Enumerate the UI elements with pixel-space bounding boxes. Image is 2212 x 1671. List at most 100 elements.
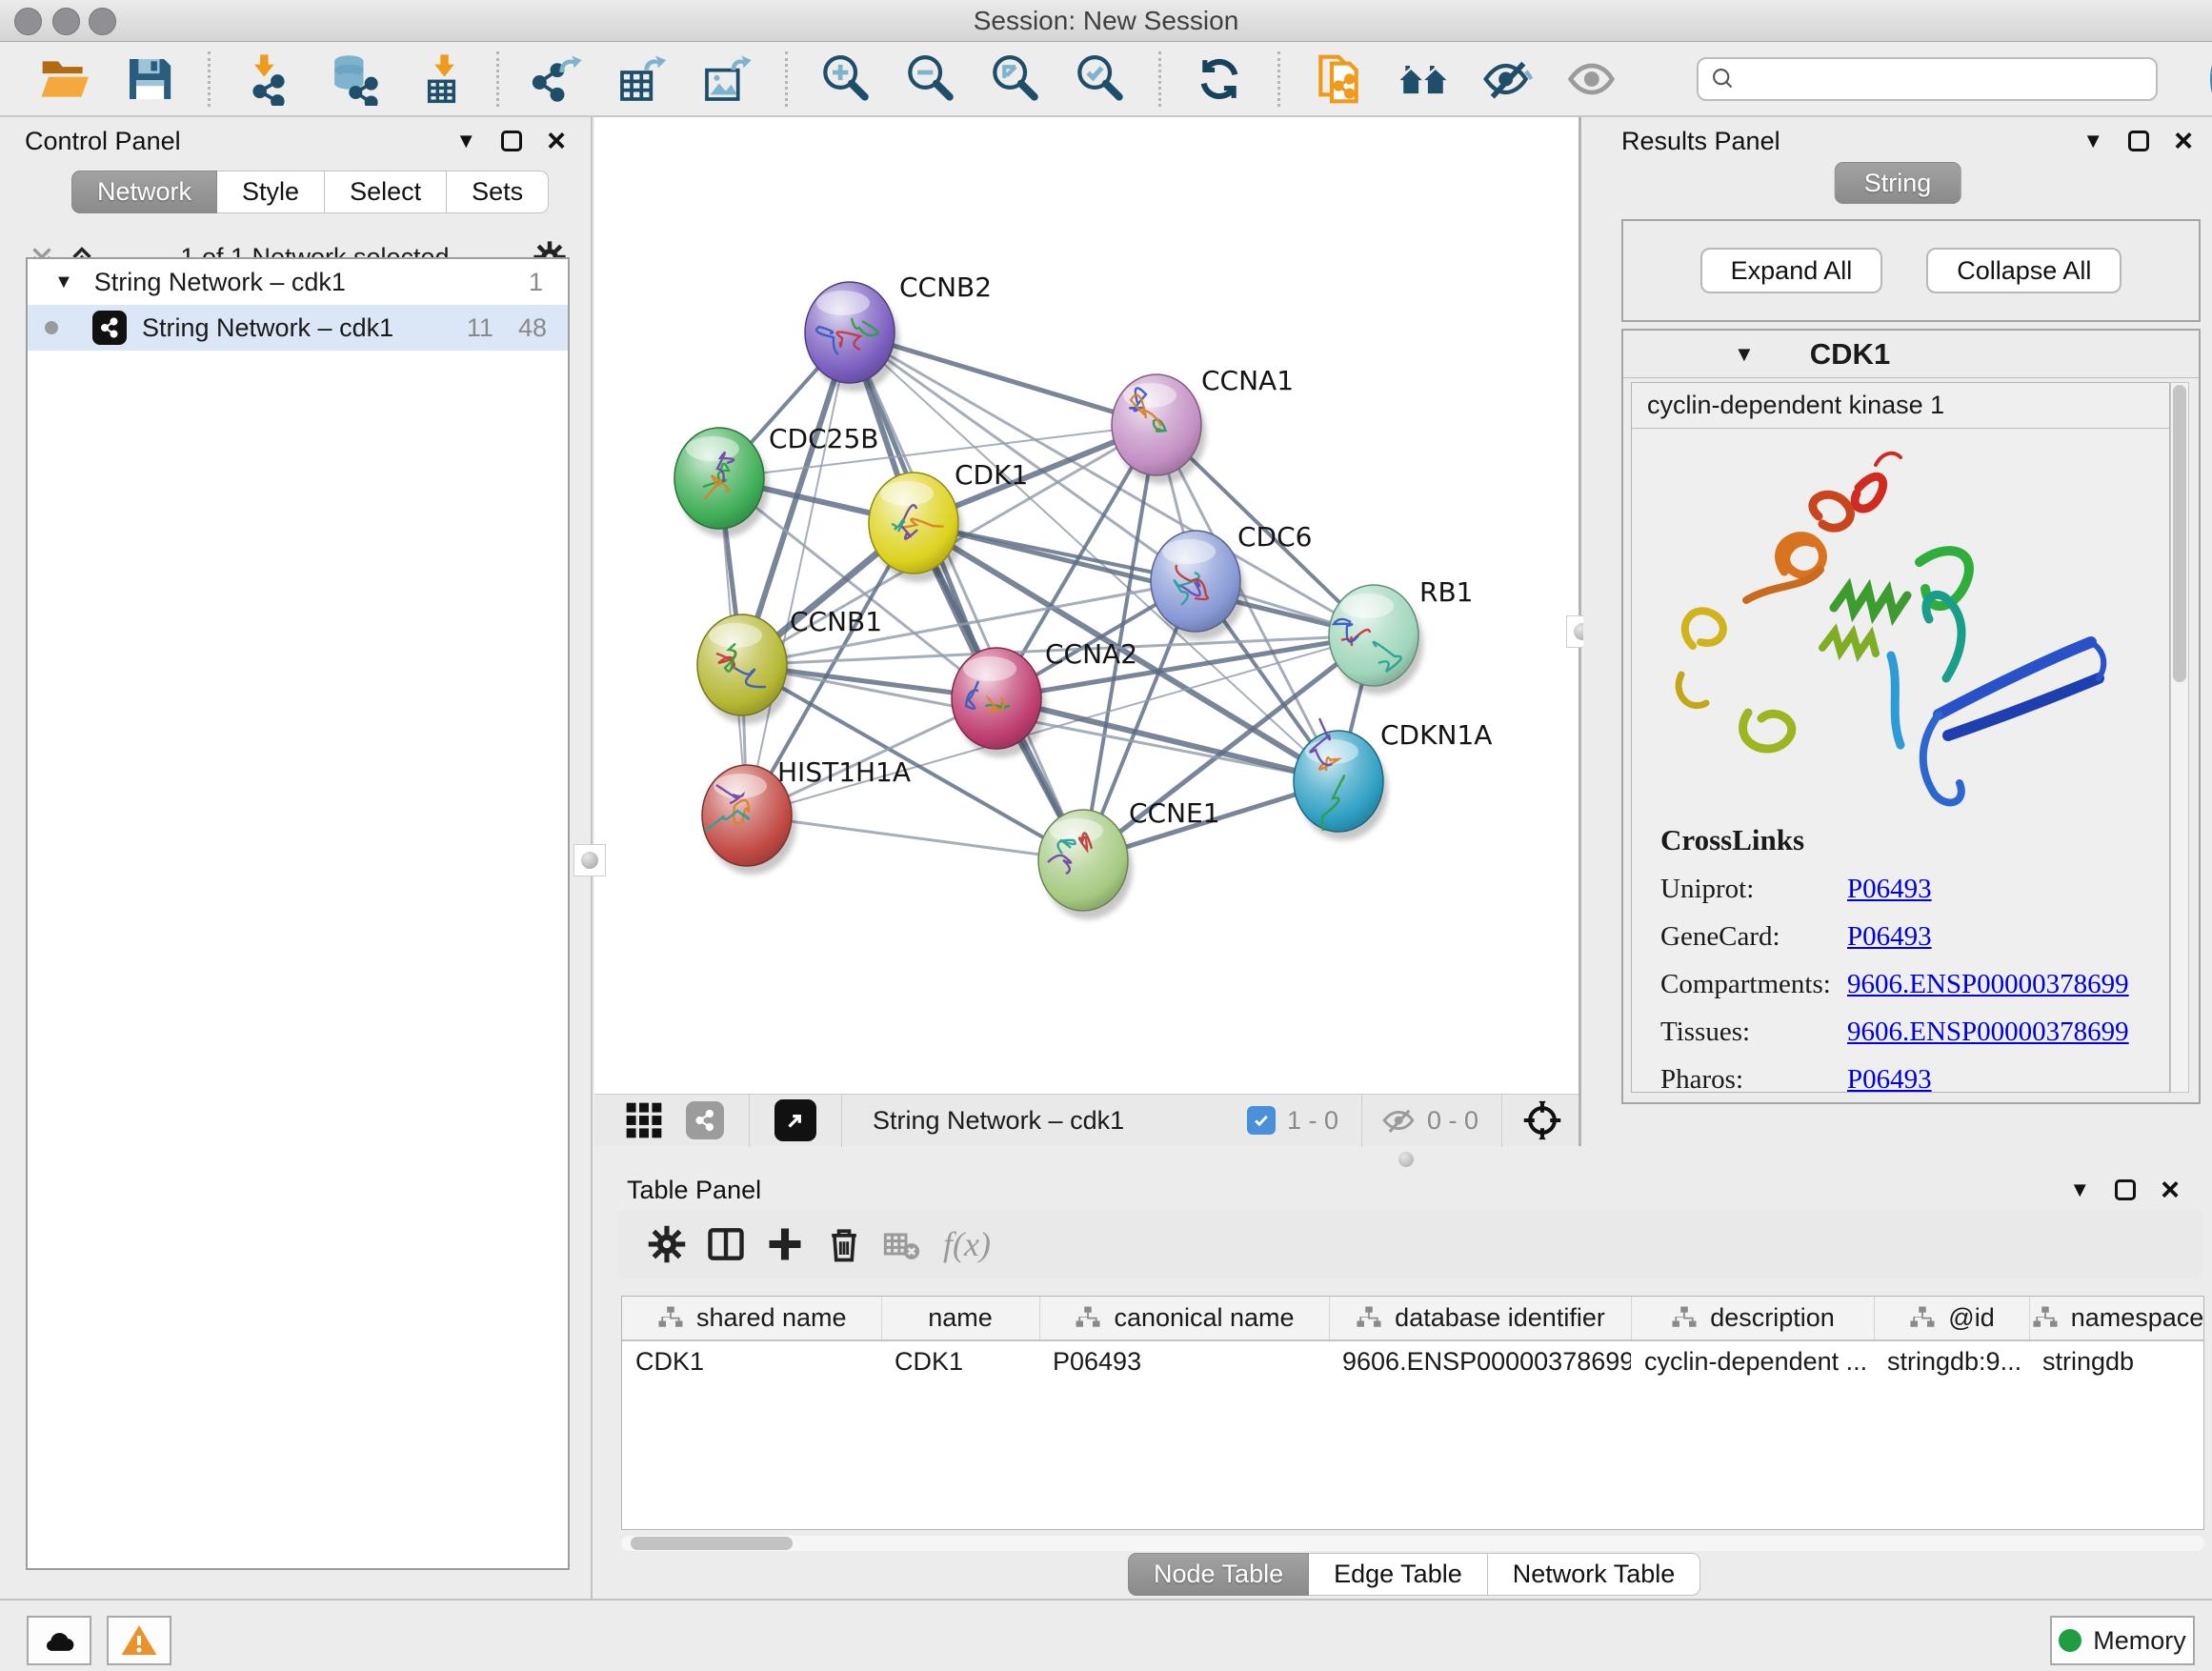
table-row[interactable]: CDK1 CDK1 P06493 9606.ENSP00000378699 cy… — [622, 1340, 2204, 1382]
results-scrollbar-thumb[interactable] — [2173, 385, 2186, 682]
tab-style[interactable]: Style — [217, 171, 325, 213]
control-panel-close-icon[interactable]: × — [547, 131, 566, 151]
crosslink-link[interactable]: P06493 — [1847, 921, 1932, 953]
results-panel-undock-icon[interactable] — [2128, 131, 2149, 151]
refresh-icon[interactable] — [1193, 52, 1246, 106]
collapse-all-button[interactable]: Collapse All — [1926, 248, 2122, 293]
collection-disclosure-icon[interactable]: ▼ — [54, 272, 73, 293]
show-columns-icon[interactable] — [705, 1223, 747, 1265]
column-header-id[interactable]: @id — [1874, 1297, 2029, 1340]
column-header-canonical-name[interactable]: canonical name — [1039, 1297, 1329, 1340]
cell-namespace[interactable]: stringdb — [2029, 1340, 2204, 1382]
cell-id[interactable]: stringdb:9... — [1874, 1340, 2029, 1382]
network-node-CDKN1A[interactable]: CDKN1A — [1294, 718, 1492, 840]
cell-shared-name[interactable]: CDK1 — [622, 1340, 881, 1382]
cell-canonical-name[interactable]: P06493 — [1039, 1340, 1329, 1382]
memory-button[interactable]: Memory — [2050, 1616, 2195, 1665]
zoom-in-icon[interactable] — [819, 52, 873, 106]
network-edge[interactable] — [747, 815, 1083, 860]
results-panel-close-icon[interactable]: × — [2174, 131, 2193, 151]
results-scrollbar[interactable] — [2170, 382, 2189, 1093]
table-panel-undock-icon[interactable] — [2115, 1179, 2136, 1200]
network-canvas[interactable]: CCNB2CCNA1CDC25BCDK1CDC6RB1CCNB1CCNA2CDK… — [594, 117, 1581, 1094]
cell-database-identifier[interactable]: 9606.ENSP00000378699 — [1329, 1340, 1631, 1382]
first-neighbors-icon[interactable] — [1397, 52, 1450, 106]
warning-status-button[interactable] — [107, 1616, 171, 1665]
toolbar-separator — [1277, 51, 1280, 107]
column-header-description[interactable]: description — [1631, 1297, 1874, 1340]
cell-description[interactable]: cyclin-dependent ... — [1631, 1340, 1874, 1382]
control-splitter-handle[interactable] — [573, 844, 606, 876]
export-image-icon[interactable] — [700, 52, 754, 106]
crosslink-link[interactable]: P06493 — [1847, 1064, 1932, 1096]
memory-status-dot-icon — [2059, 1629, 2081, 1652]
save-session-icon[interactable] — [123, 52, 176, 106]
tab-network[interactable]: Network — [71, 171, 217, 213]
table-options-gear-icon[interactable] — [646, 1223, 688, 1265]
create-column-plus-icon[interactable] — [764, 1223, 806, 1265]
network-edge[interactable] — [747, 332, 850, 815]
table-scrollbar-thumb[interactable] — [631, 1537, 793, 1550]
export-table-icon[interactable] — [615, 52, 669, 106]
fit-content-crosshair-icon[interactable] — [1521, 1099, 1563, 1141]
network-collection-row[interactable]: ▼ String Network – cdk1 1 — [28, 259, 568, 305]
network-node-HIST1H1A[interactable]: HIST1H1A — [702, 756, 911, 875]
import-network-database-icon[interactable] — [327, 52, 380, 106]
network-node-CCNA1[interactable]: CCNA1 — [1112, 365, 1294, 484]
crosslink-link[interactable]: 9606.ENSP00000378699 — [1847, 969, 2129, 1000]
table-panel-float-icon[interactable]: ▼ — [2069, 1178, 2090, 1202]
network-node-RB1[interactable]: RB1 — [1329, 576, 1473, 695]
network-node-CDC25B[interactable]: CDC25B — [674, 423, 879, 537]
import-table-file-icon[interactable] — [412, 52, 465, 106]
network-node-CCNE1[interactable]: CCNE1 — [1038, 797, 1220, 919]
table-horizontal-scrollbar[interactable] — [621, 1536, 2204, 1551]
gene-symbol: CDK1 — [1810, 337, 1890, 372]
control-panel-undock-icon[interactable] — [501, 131, 522, 151]
open-session-icon[interactable] — [38, 52, 91, 106]
zoom-fit-icon[interactable] — [989, 52, 1042, 106]
network-node-CDC6[interactable]: CDC6 — [1151, 521, 1312, 640]
delete-column-trash-icon[interactable] — [823, 1223, 865, 1265]
show-hidden-eye-icon[interactable] — [1566, 52, 1619, 106]
column-header-database-identifier[interactable]: database identifier — [1329, 1297, 1631, 1340]
search-input[interactable] — [1744, 65, 2144, 94]
column-header-name[interactable]: name — [881, 1297, 1039, 1340]
column-header-namespace[interactable]: namespace — [2029, 1297, 2204, 1340]
network-node-CCNB1[interactable]: CCNB1 — [697, 606, 882, 724]
control-panel-float-icon[interactable]: ▼ — [455, 129, 476, 153]
crosslink-link[interactable]: 9606.ENSP00000378699 — [1847, 1017, 2129, 1048]
selected-checkbox-icon[interactable] — [1247, 1106, 1276, 1135]
network-node-CDK1[interactable]: CDK1 — [869, 459, 1028, 582]
traffic-light-zoom[interactable] — [89, 8, 116, 35]
gene-entry-header[interactable]: ▼ CDK1 — [1623, 331, 2199, 378]
network-node-CCNB2[interactable]: CCNB2 — [805, 272, 992, 392]
grid-view-icon[interactable] — [623, 1099, 665, 1141]
export-network-icon[interactable] — [531, 52, 584, 106]
cloud-status-button[interactable] — [27, 1616, 91, 1665]
clone-network-icon[interactable] — [1312, 52, 1365, 106]
column-header-shared-name[interactable]: shared name — [622, 1297, 881, 1340]
traffic-light-close[interactable] — [14, 8, 42, 35]
expand-all-button[interactable]: Expand All — [1700, 248, 1883, 293]
tab-string[interactable]: String — [1835, 162, 1961, 204]
import-network-file-icon[interactable] — [242, 52, 295, 106]
hide-selected-eye-icon[interactable] — [1481, 52, 1535, 106]
zoom-out-icon[interactable] — [904, 52, 957, 106]
network-share-view-icon[interactable] — [686, 1101, 724, 1139]
table-panel-close-icon[interactable]: × — [2161, 1179, 2180, 1200]
traffic-light-minimize[interactable] — [52, 8, 80, 35]
cell-name[interactable]: CDK1 — [881, 1340, 1039, 1382]
tab-sets[interactable]: Sets — [447, 171, 549, 213]
zoom-selected-icon[interactable] — [1074, 52, 1127, 106]
network-row[interactable]: String Network – cdk1 11 48 — [28, 305, 568, 351]
tab-node-table[interactable]: Node Table — [1128, 1553, 1309, 1596]
results-panel-float-icon[interactable]: ▼ — [2082, 129, 2103, 153]
table-splitter-handle[interactable] — [1398, 1152, 1414, 1167]
birds-eye-view-icon[interactable] — [774, 1099, 816, 1141]
node-label: RB1 — [1419, 576, 1473, 608]
tab-network-table[interactable]: Network Table — [1488, 1553, 1701, 1596]
tab-edge-table[interactable]: Edge Table — [1309, 1553, 1488, 1596]
tab-select[interactable]: Select — [325, 171, 447, 213]
crosslink-link[interactable]: P06493 — [1847, 874, 1932, 905]
gene-disclosure-icon[interactable]: ▼ — [1734, 342, 1755, 367]
